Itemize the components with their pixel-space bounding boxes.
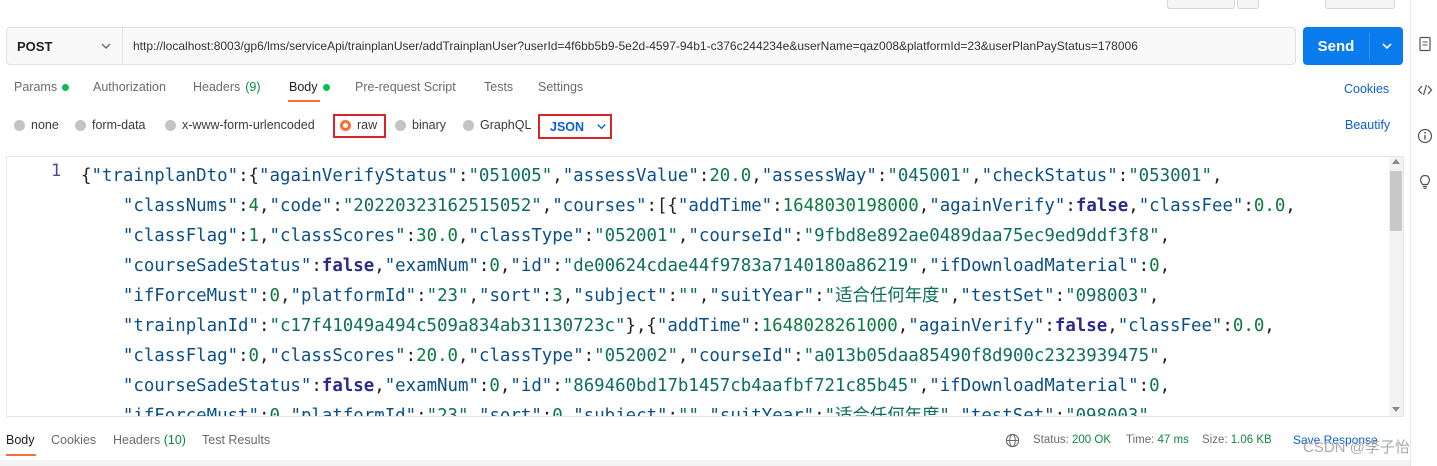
lightbulb-icon[interactable]	[1417, 174, 1433, 190]
code-editor[interactable]: 1 {"trainplanDto":{"againVerifyStatus":"…	[6, 156, 1404, 417]
request-tabs: Params Authorization Headers (9) Body Pr…	[0, 80, 1410, 102]
response-tab-test-results[interactable]: Test Results	[202, 433, 270, 447]
tab-body[interactable]: Body	[289, 80, 330, 94]
status-value: 200 OK	[1072, 434, 1112, 446]
size-label: Size:	[1202, 434, 1228, 446]
line-number: 1	[51, 161, 62, 181]
radio-circle-selected	[340, 119, 351, 131]
code-line: {"trainplanDto":{"againVerifyStatus":"05…	[81, 166, 1223, 186]
scroll-up-icon[interactable]	[1392, 159, 1400, 164]
tab-authorization-label: Authorization	[93, 80, 166, 94]
info-icon[interactable]	[1417, 128, 1433, 144]
body-indicator-dot	[322, 83, 330, 91]
radio-urlencoded[interactable]: x-www-form-urlencoded	[165, 118, 315, 132]
editor-gutter: 1	[7, 157, 71, 416]
radio-urlencoded-label: x-www-form-urlencoded	[182, 118, 315, 132]
language-label: JSON	[550, 119, 585, 134]
code-line: "trainplanId":"c17f41049a494c509a834ab31…	[122, 316, 1275, 336]
radio-graphql-label: GraphQL	[480, 118, 532, 132]
csdn-watermark: CSDN @李子怡	[1303, 439, 1410, 456]
bottom-strip	[0, 460, 1410, 466]
params-indicator-dot	[62, 83, 70, 91]
radio-circle	[14, 119, 25, 131]
response-time: Time: 47 ms	[1126, 434, 1189, 446]
tab-prerequest-label: Pre-request Script	[355, 80, 456, 94]
toolbar-button[interactable]	[1167, 0, 1235, 9]
radio-raw-label: raw	[357, 118, 378, 132]
beautify-link[interactable]: Beautify	[1345, 118, 1390, 132]
response-status: Status: 200 OK	[1033, 434, 1111, 446]
response-tab-headers[interactable]: Headers (10)	[113, 433, 186, 447]
tab-tests[interactable]: Tests	[484, 80, 513, 94]
radio-circle	[395, 119, 406, 131]
time-value: 47 ms	[1157, 434, 1189, 446]
tab-prerequest-script[interactable]: Pre-request Script	[355, 80, 456, 94]
tab-params[interactable]: Params	[14, 80, 70, 94]
code-line: "classFlag":1,"classScores":30.0,"classT…	[122, 226, 1171, 246]
send-button[interactable]: Send	[1303, 27, 1403, 65]
response-headers-label: Headers	[113, 433, 161, 447]
radio-binary-label: binary	[412, 118, 447, 132]
tab-tests-label: Tests	[484, 80, 514, 94]
json-body-text[interactable]: {"trainplanDto":{"againVerifyStatus":"05…	[81, 161, 1296, 417]
tab-settings[interactable]: Settings	[538, 80, 583, 94]
tab-authorization[interactable]: Authorization	[93, 80, 166, 94]
scrollbar-thumb[interactable]	[1390, 171, 1402, 231]
language-select[interactable]: JSON	[538, 114, 612, 139]
size-value: 1.06 KB	[1230, 434, 1272, 446]
send-options-button[interactable]	[1370, 27, 1403, 65]
tab-params-label: Params	[14, 80, 58, 94]
response-headers-count: (10)	[163, 433, 186, 447]
toolbar-button[interactable]	[1325, 0, 1395, 9]
tab-settings-label: Settings	[538, 80, 584, 94]
method-select[interactable]: POST	[7, 28, 123, 64]
code-line: "ifForceMust":0,"platformId":"23","sort"…	[122, 286, 1160, 306]
toolbar-button[interactable]	[1237, 0, 1259, 9]
radio-form-data[interactable]: form-data	[75, 118, 146, 132]
cookies-link[interactable]: Cookies	[1344, 82, 1389, 96]
send-label: Send	[1317, 37, 1355, 55]
vertical-scrollbar[interactable]	[1389, 157, 1403, 416]
radio-circle	[463, 119, 474, 131]
radio-binary[interactable]: binary	[395, 118, 446, 132]
code-line: "classNums":4,"code":"20220323162515052"…	[122, 196, 1296, 216]
radio-circle	[75, 119, 86, 131]
tab-headers-label: Headers	[193, 80, 241, 94]
response-active-underline	[6, 454, 36, 456]
response-tab-body[interactable]: Body	[6, 433, 35, 447]
radio-graphql[interactable]: GraphQL	[463, 118, 531, 132]
radio-circle	[165, 119, 176, 131]
code-line: "ifForceMust":0,"platformId":"23","sort"…	[122, 406, 1160, 417]
body-type-selector: none form-data x-www-form-urlencoded raw…	[0, 114, 1410, 139]
chevron-down-icon	[101, 43, 111, 49]
tab-body-label: Body	[289, 80, 318, 94]
request-url-bar: POST http://localhost:8003/gp6/lms/servi…	[6, 27, 1296, 65]
radio-none[interactable]: none	[14, 118, 59, 132]
tab-headers[interactable]: Headers (9)	[193, 80, 261, 94]
globe-icon[interactable]	[1005, 433, 1020, 448]
postman-window: POST http://localhost:8003/gp6/lms/servi…	[0, 0, 1437, 466]
response-tab-cookies[interactable]: Cookies	[51, 433, 96, 447]
time-label: Time:	[1126, 434, 1155, 446]
radio-form-data-label: form-data	[92, 118, 146, 132]
code-line: "courseSadeStatus":false,"examNum":0,"id…	[122, 376, 1171, 396]
active-tab-underline	[288, 100, 320, 102]
radio-none-label: none	[31, 118, 59, 132]
chevron-down-icon	[1381, 43, 1392, 50]
right-sidebar	[1410, 0, 1437, 466]
response-bar: Body Cookies Headers (10) Test Results S…	[0, 430, 1410, 456]
code-line: "classFlag":0,"classScores":20.0,"classT…	[122, 346, 1171, 366]
document-icon[interactable]	[1417, 36, 1433, 52]
method-label: POST	[17, 38, 53, 54]
scroll-down-icon[interactable]	[1392, 407, 1400, 412]
response-size: Size: 1.06 KB	[1202, 434, 1272, 446]
code-line: "courseSadeStatus":false,"examNum":0,"id…	[122, 256, 1171, 276]
headers-count: (9)	[245, 80, 261, 94]
code-icon[interactable]	[1417, 82, 1433, 98]
url-input[interactable]: http://localhost:8003/gp6/lms/serviceApi…	[123, 28, 1295, 64]
radio-raw[interactable]: raw	[340, 118, 377, 132]
status-label: Status:	[1033, 434, 1069, 446]
top-toolbar-strip	[0, 0, 1410, 22]
chevron-down-icon	[597, 124, 606, 130]
